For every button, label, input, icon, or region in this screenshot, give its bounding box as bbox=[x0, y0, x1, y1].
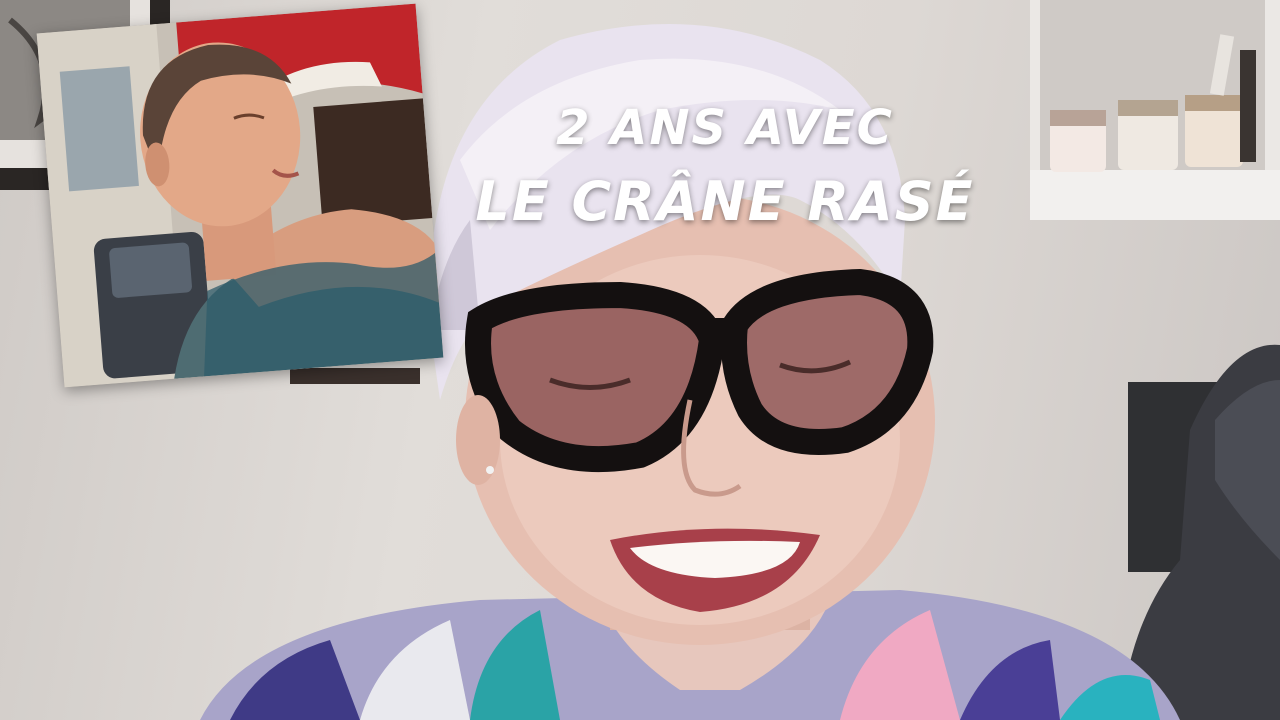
overlay-title-line1: 2 ANS AVEC bbox=[556, 100, 894, 156]
chair bbox=[1120, 344, 1280, 720]
small-shelf bbox=[290, 368, 420, 384]
video-frame: 2 ANS AVEC LE CRÂNE RASÉ bbox=[0, 0, 1280, 720]
overlay-title-line2: LE CRÂNE RASÉ bbox=[475, 170, 975, 233]
